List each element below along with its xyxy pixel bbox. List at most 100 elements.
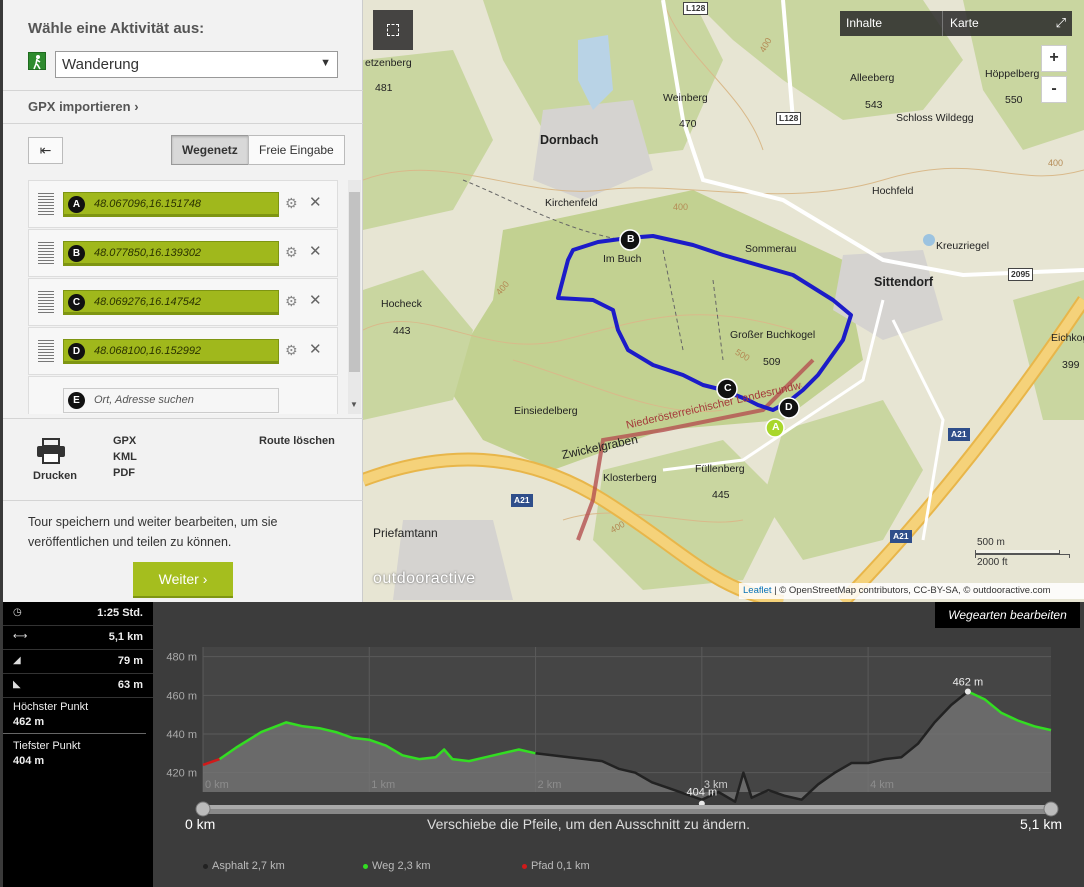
scrollbar-thumb[interactable] <box>349 192 360 372</box>
activity-select[interactable]: Wanderung ▼ <box>55 51 338 78</box>
waypoint-field[interactable]: D 48.068100,16.152992 <box>63 339 279 364</box>
drag-handle-icon[interactable] <box>38 242 54 266</box>
gear-icon[interactable]: ⚙ <box>285 244 298 261</box>
divider <box>3 90 363 91</box>
waypoint-coordinates: 48.077850,16.139302 <box>94 247 202 259</box>
tab-inhalte[interactable]: Inhalte <box>846 16 882 30</box>
ascent-icon: ◢ <box>13 655 21 666</box>
elevation-profile: Wegearten bearbeiten 480 m 460 m 440 m 420 … <box>153 602 1084 887</box>
map-view[interactable]: B C D A Dornbach Sittendorf Kirchenfeld … <box>363 0 1084 602</box>
waypoint-field[interactable]: C 48.069276,16.147542 <box>63 290 279 315</box>
route-marker-a[interactable]: A <box>772 421 780 433</box>
gear-icon[interactable]: ⚙ <box>285 195 298 212</box>
map-label: Kreuzriegel <box>936 240 990 252</box>
waypoint-coordinates: 48.069276,16.147542 <box>94 296 202 308</box>
save-hint-text: Tour speichern und weiter bearbeiten, um… <box>28 515 278 549</box>
waypoint-letter: B <box>68 245 85 262</box>
print-button[interactable]: Drucken <box>33 470 77 482</box>
route-marker-c[interactable]: C <box>724 382 732 394</box>
tab-freie-eingabe[interactable]: Freie Eingabe <box>248 135 345 165</box>
map-label: Kirchenfeld <box>545 197 598 209</box>
next-button[interactable]: Weiter › <box>133 562 233 598</box>
map-label: Weinberg <box>663 92 708 104</box>
route-marker-b[interactable]: B <box>627 233 635 245</box>
delete-route-link[interactable]: Route löschen <box>259 435 335 447</box>
zoom-in-button[interactable]: + <box>1041 45 1067 72</box>
legend-label: Pfad 0,1 km <box>531 860 590 872</box>
slider-handle-left <box>195 801 211 817</box>
elevation-annotation: 404 m <box>687 787 718 799</box>
selection-tool-button[interactable] <box>373 10 413 50</box>
waypoint-scrollbar[interactable]: ▼ <box>348 180 361 414</box>
gear-icon[interactable]: ⚙ <box>285 293 298 310</box>
map-toolbar: Inhalte Karte ⤢ <box>840 11 1072 36</box>
stat-label: Höchster Punkt <box>13 701 89 713</box>
waypoint-field[interactable]: A 48.067096,16.151748 <box>63 192 279 217</box>
map-label: Im Buch <box>603 253 642 265</box>
close-icon[interactable]: ✕ <box>309 193 322 211</box>
tab-wegenetz[interactable]: Wegenetz <box>171 135 249 165</box>
slider-hint: Verschiebe die Pfeile, um den Ausschnitt… <box>427 816 750 832</box>
legend-dot <box>522 863 527 869</box>
map-label: etzenberg <box>365 57 412 69</box>
route-marker-d[interactable]: D <box>785 401 793 413</box>
fullscreen-icon[interactable]: ⤢ <box>1056 15 1066 31</box>
road-badge: A21 <box>948 428 970 441</box>
drag-handle-icon[interactable] <box>38 193 54 217</box>
scroll-down-icon[interactable]: ▼ <box>350 400 358 409</box>
elevation-label: 399 <box>1062 359 1080 371</box>
legend-label: Asphalt 2,7 km <box>212 860 285 872</box>
stat-highest: Höchster Punkt 462 m <box>13 701 88 728</box>
map-label: Klosterberg <box>603 472 657 484</box>
waypoint-field[interactable]: B 48.077850,16.139302 <box>63 241 279 266</box>
close-icon[interactable]: ✕ <box>309 340 322 358</box>
export-kml-link[interactable]: KML <box>113 451 137 463</box>
search-point-input[interactable]: E Ort, Adresse suchen <box>63 388 279 413</box>
gear-icon[interactable]: ⚙ <box>285 342 298 359</box>
stat-value: 404 m <box>13 755 45 767</box>
undo-button[interactable]: ⇤ <box>28 137 63 164</box>
scale-metric: 500 m <box>977 537 1005 548</box>
map-label: Alleeberg <box>850 72 895 84</box>
map-label: Großer Buchkogel <box>730 329 816 341</box>
legend-dot <box>363 863 368 869</box>
export-pdf-link[interactable]: PDF <box>113 467 135 479</box>
divider <box>3 123 363 124</box>
road-badge: 2095 <box>1008 268 1033 281</box>
distance-icon: ⟷ <box>13 631 28 642</box>
waypoint-row: B 48.077850,16.139302 ⚙ ✕ <box>28 229 338 277</box>
y-tick-label: 480 m <box>166 652 197 664</box>
tour-stats: ◷ 1:25 Std. ⟷ 5,1 km ◢ 79 m ◣ 63 m Höchs… <box>3 602 153 887</box>
divider <box>3 418 363 419</box>
stat-lowest: Tiefster Punkt 404 m <box>13 740 80 767</box>
close-icon[interactable]: ✕ <box>309 291 322 309</box>
leaflet-link[interactable]: Leaflet <box>743 585 772 596</box>
outdooractive-logo: outdooractive <box>373 570 476 587</box>
contour-label: 400 <box>673 202 689 212</box>
map-canvas <box>363 0 1084 602</box>
legend-asphalt: Asphalt 2,7 km <box>203 860 285 872</box>
road-badge: A21 <box>511 494 533 507</box>
map-label: Hochfeld <box>872 185 914 197</box>
export-gpx-link[interactable]: GPX <box>113 435 136 447</box>
drag-handle-icon[interactable] <box>38 291 54 315</box>
caret-down-icon: ▼ <box>320 57 331 69</box>
tab-karte[interactable]: Karte <box>950 16 979 30</box>
printer-icon[interactable] <box>36 438 66 464</box>
divider <box>3 500 363 501</box>
drag-handle-icon[interactable] <box>38 340 54 364</box>
close-icon[interactable]: ✕ <box>309 242 322 260</box>
search-point-placeholder: Ort, Adresse suchen <box>94 394 194 406</box>
elevation-label: 445 <box>712 489 730 501</box>
zoom-out-button[interactable]: - <box>1041 76 1067 103</box>
gpx-import-link[interactable]: GPX importieren › <box>28 99 139 114</box>
road-badge: A21 <box>890 530 912 543</box>
contour-label: 400 <box>1048 158 1064 168</box>
waypoint-list: A 48.067096,16.151748 ⚙ ✕ B 48.077850,16… <box>28 180 364 414</box>
slider-handle-right <box>1043 801 1059 817</box>
legend-pfad: Pfad 0,1 km <box>522 860 590 872</box>
waypoint-row: D 48.068100,16.152992 ⚙ ✕ <box>28 327 338 375</box>
elevation-label: 481 <box>375 82 393 94</box>
map-label: Höppelberg <box>985 68 1040 80</box>
y-tick-label: 460 m <box>166 690 197 702</box>
